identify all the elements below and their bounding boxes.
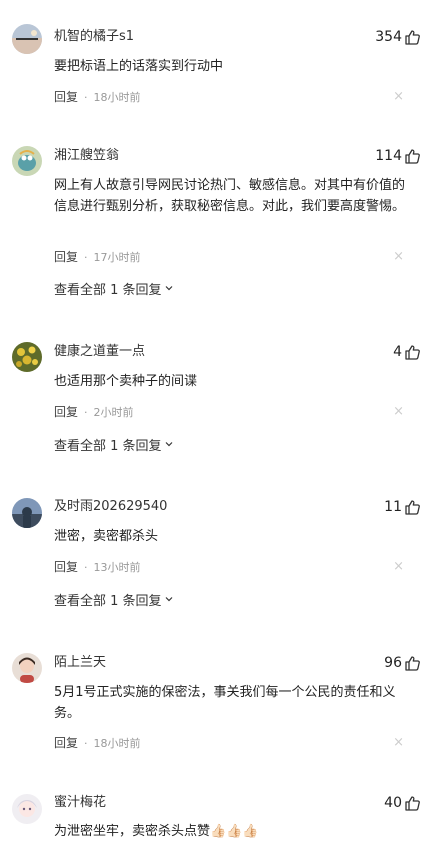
separator-dot: · (84, 251, 88, 264)
close-icon[interactable]: × (393, 89, 404, 105)
thumbs-up-icon[interactable] (404, 655, 420, 671)
avatar[interactable] (12, 146, 42, 176)
thumbs-up-icon[interactable] (404, 344, 420, 360)
view-all-replies-label: 查看全部 1 条回复 (54, 594, 162, 609)
comment-text: 泄密，卖密都杀头 (54, 529, 159, 544)
comment-meta: 回复 · 17小时前 (54, 249, 141, 266)
avatar[interactable] (12, 24, 42, 54)
avatar[interactable] (12, 653, 42, 683)
comment-meta: 回复 · 2小时前 (54, 404, 134, 421)
like-count: 96 (384, 655, 402, 671)
comment-time: 2小时前 (93, 406, 134, 419)
close-icon[interactable]: × (393, 559, 404, 575)
comment-author[interactable]: 及时雨202629540 (54, 498, 167, 516)
avatar[interactable] (12, 794, 42, 824)
separator-dot: · (84, 737, 88, 750)
view-all-replies-label: 查看全部 1 条回复 (54, 283, 162, 298)
like-count: 4 (393, 344, 402, 360)
like-count: 40 (384, 795, 402, 811)
comment-time: 17小时前 (93, 251, 141, 264)
avatar[interactable] (12, 498, 42, 528)
comment-time: 18小时前 (93, 737, 141, 750)
comment-meta: 回复 · 18小时前 (54, 89, 141, 106)
comment-author[interactable]: 机智的橘子s1 (54, 28, 134, 46)
comment-text: 5月1号正式实施的保密法，事关我们每一个公民的责任和义务。 (54, 685, 396, 721)
comment-author[interactable]: 湘江艘笠翁 (54, 147, 119, 165)
thumbs-up-icon[interactable] (404, 499, 420, 515)
separator-dot: · (84, 561, 88, 574)
reply-button[interactable]: 回复 (54, 90, 78, 104)
like-count: 354 (375, 29, 402, 45)
separator-dot: · (84, 406, 88, 419)
thumbs-up-icon[interactable] (404, 148, 420, 164)
comment-time: 18小时前 (93, 91, 141, 104)
view-all-replies-label: 查看全部 1 条回复 (54, 439, 162, 454)
reply-button[interactable]: 回复 (54, 250, 78, 264)
close-icon[interactable]: × (393, 249, 404, 265)
close-icon[interactable]: × (393, 735, 404, 751)
thumbs-up-icon[interactable] (404, 29, 420, 45)
comment-author[interactable]: 蜜汁梅花 (54, 794, 106, 812)
chevron-down-icon (165, 286, 172, 291)
view-all-replies-button[interactable]: 查看全部 1 条回复 (54, 438, 173, 456)
comment-meta: 回复 · 13小时前 (54, 559, 141, 576)
comment-author[interactable]: 陌上兰天 (54, 654, 106, 672)
chevron-down-icon (165, 442, 172, 447)
thumbs-up-icon[interactable] (404, 795, 420, 811)
comment-text: 要把标语上的话落实到行动中 (54, 59, 224, 74)
close-icon[interactable]: × (393, 404, 404, 420)
comment-meta: 回复 · 18小时前 (54, 735, 141, 752)
comment-text: 也适用那个卖种子的间谍 (54, 374, 198, 389)
view-all-replies-button[interactable]: 查看全部 1 条回复 (54, 282, 173, 300)
like-count: 11 (384, 499, 402, 515)
separator-dot: · (84, 91, 88, 104)
like-count: 114 (375, 148, 402, 164)
reply-button[interactable]: 回复 (54, 405, 78, 419)
comment-time: 13小时前 (93, 561, 141, 574)
reply-button[interactable]: 回复 (54, 560, 78, 574)
reply-button[interactable]: 回复 (54, 736, 78, 750)
comment-author[interactable]: 健康之道董一点 (54, 343, 145, 361)
comment-text: 为泄密坐牢，卖密杀头点赞👍🏻👍🏻👍🏻 (54, 824, 259, 839)
view-all-replies-button[interactable]: 查看全部 1 条回复 (54, 593, 173, 611)
avatar[interactable] (12, 342, 42, 372)
comment-text: 网上有人故意引导网民讨论热门、敏感信息。对其中有价值的信息进行甄别分析，获取秘密… (54, 178, 406, 214)
chevron-down-icon (165, 597, 172, 602)
